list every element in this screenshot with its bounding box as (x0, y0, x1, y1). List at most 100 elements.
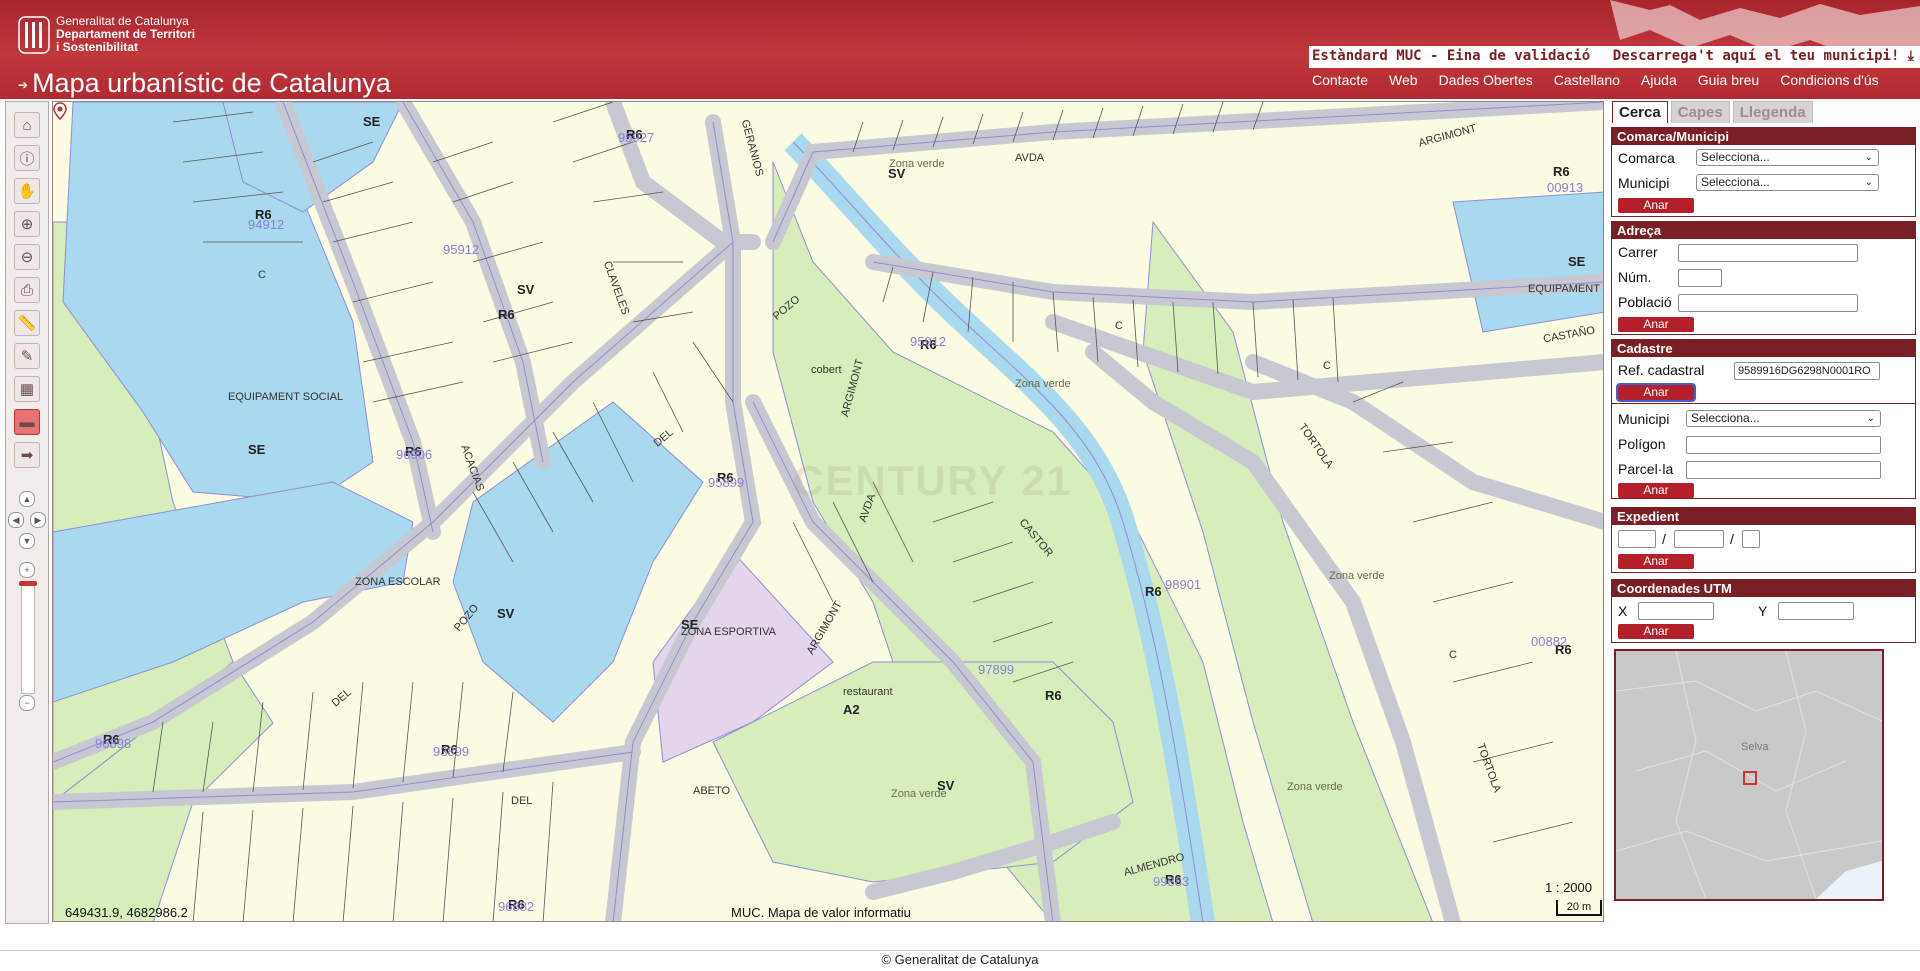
parcela-input[interactable] (1686, 461, 1881, 479)
search-panel: Cerca Capes Llegenda Comarca/Municipi Co… (1608, 99, 1917, 922)
utm-x-input[interactable] (1638, 602, 1714, 620)
map-label-sv-1: SV (888, 166, 906, 181)
poligon-label: Polígon (1618, 436, 1666, 452)
generalitat-logo-icon[interactable] (18, 16, 50, 54)
block-95912-b: 95912 (910, 334, 947, 349)
map-label-r6-6: R6 (1045, 688, 1062, 703)
nav-guia-breu[interactable]: Guia breu (1695, 70, 1759, 94)
expedient-go-button[interactable]: Anar (1618, 554, 1694, 569)
num-input[interactable] (1678, 269, 1722, 287)
promo-bar: Estàndard MUC - Eina de validació Descar… (1309, 46, 1920, 68)
cadastre-divider (1612, 403, 1915, 404)
nav-dades-obertes[interactable]: Dades Obertes (1436, 70, 1533, 94)
zoom-out-icon[interactable]: ⊖ (14, 244, 40, 270)
zoom-slider-track[interactable] (21, 582, 35, 694)
pan-down-icon[interactable]: ▼ (19, 533, 35, 549)
block-95927: 95927 (618, 130, 655, 145)
ref-cadastral-input[interactable] (1734, 362, 1880, 380)
block-96898: 96898 (95, 736, 132, 751)
municipi-select[interactable]: Selecciona... ⌄ (1696, 174, 1879, 191)
muc-standard-link[interactable]: Estàndard MUC - Eina de validació (1312, 48, 1590, 64)
map-label-equipament: EQUIPAMENT (1528, 283, 1600, 295)
block-98901: 98901 (1165, 577, 1202, 592)
nav-contacte[interactable]: Contacte (1309, 70, 1368, 94)
carrer-input[interactable] (1678, 244, 1858, 262)
poblacio-label: Població (1618, 294, 1672, 310)
page-title[interactable]: ➔ Mapa urbanístic de Catalunya (18, 68, 391, 99)
pan-left-icon[interactable]: ◀ (8, 512, 24, 528)
nav-web[interactable]: Web (1386, 70, 1418, 94)
section-utm: Coordenades UTM X Y Anar (1611, 579, 1916, 643)
nav-castellano[interactable]: Castellano (1551, 70, 1620, 94)
municipi-label: Municipi (1618, 175, 1670, 191)
municipi-select-value: Selecciona... (1701, 175, 1770, 189)
zoom-minus-icon[interactable]: − (19, 695, 35, 711)
section-title-expedient: Expedient (1612, 508, 1915, 525)
utm-go-button[interactable]: Anar (1618, 624, 1694, 639)
zoom-in-icon[interactable]: ⊕ (14, 211, 40, 237)
poligon-input[interactable] (1686, 436, 1881, 454)
expedient-field-1[interactable] (1618, 530, 1656, 548)
tab-llegenda[interactable]: Llegenda (1732, 101, 1813, 123)
expedient-separator-2: / (1730, 531, 1734, 547)
nav-ajuda[interactable]: Ajuda (1638, 70, 1677, 94)
download-municipi-link[interactable]: Descarrega't aquí el teu municipi! ⤓ (1613, 48, 1914, 64)
measure-icon[interactable]: 📏 (14, 310, 40, 336)
overview-map[interactable]: Selva (1614, 649, 1884, 901)
footer-divider (0, 950, 1920, 951)
map-label-r6-1: R6 (498, 307, 515, 322)
home-icon[interactable]: ⌂ (14, 112, 40, 138)
watermark: CENTURY 21 (793, 457, 1073, 504)
utm-y-input[interactable] (1778, 602, 1854, 620)
location-pin-icon[interactable] (53, 102, 67, 120)
footer-copyright: © Generalitat de Catalunya (881, 952, 1039, 967)
layer-icon[interactable]: ▦ (14, 376, 40, 402)
ref-cadastral-label: Ref. cadastral (1618, 362, 1705, 378)
expedient-separator-1: / (1662, 531, 1666, 547)
scale-ratio: 1 : 2000 (1545, 880, 1592, 895)
poblacio-input[interactable] (1678, 294, 1858, 312)
comarca-select[interactable]: Selecciona... ⌄ (1696, 149, 1879, 166)
cadastre-municipi-select[interactable]: Selecciona... ⌄ (1686, 410, 1881, 427)
active-tool-icon[interactable]: ▬ (14, 409, 40, 435)
pan-up-icon[interactable]: ▲ (19, 491, 35, 507)
section-title-adreca: Adreça (1612, 222, 1915, 239)
block-00882: 00882 (1531, 634, 1568, 649)
pan-hand-icon[interactable]: ✋ (14, 178, 40, 204)
map-label-c-4: C (1449, 649, 1457, 661)
section-comarca-municipi: Comarca/Municipi Comarca Selecciona... ⌄ … (1611, 127, 1916, 217)
map-svg (53, 102, 1603, 921)
section-adreca: Adreça Carrer Núm. Població Anar (1611, 221, 1916, 335)
top-navigation: Contacte Web Dades Obertes Castellano Aj… (1309, 70, 1920, 94)
map-disclaimer: MUC. Mapa de valor informatiu (731, 905, 911, 920)
print-icon[interactable]: ⎙ (14, 277, 40, 303)
tab-cerca[interactable]: Cerca (1612, 101, 1668, 123)
chevron-down-icon: ⌄ (1866, 413, 1875, 424)
adreca-go-button[interactable]: Anar (1618, 317, 1694, 332)
map-canvas[interactable]: SE SE SE SE EQUIPAMENT SOCIAL ZONA ESCOL… (52, 101, 1604, 922)
map-label-se2: SE (248, 442, 266, 457)
cadastre-go-button[interactable]: Anar (1618, 483, 1694, 498)
cadastre-ref-go-button[interactable]: Anar (1616, 383, 1696, 402)
next-icon[interactable]: ➡ (14, 442, 40, 468)
map-label-zona-esportiva: ZONA ESPORTIVA (681, 626, 776, 638)
gencat-line3: i Sostenibilitat (56, 40, 139, 54)
map-label-sv-3: SV (497, 606, 515, 621)
nav-condicions[interactable]: Condicions d'ús (1777, 70, 1878, 94)
zoom-plus-icon[interactable]: + (19, 562, 35, 578)
map-label-c-2: C (1115, 320, 1123, 332)
erase-icon[interactable]: ✎ (14, 343, 40, 369)
info-icon[interactable]: ⓘ (14, 145, 40, 171)
cadastre-municipi-label: Municipi (1618, 411, 1670, 427)
expedient-field-3[interactable] (1742, 530, 1760, 548)
block-93899: 93899 (433, 744, 470, 759)
zoom-slider-thumb[interactable] (19, 581, 37, 586)
pan-right-icon[interactable]: ▶ (30, 512, 46, 528)
tab-capes[interactable]: Capes (1670, 101, 1730, 123)
num-label: Núm. (1618, 269, 1652, 285)
utm-x-label: X (1618, 603, 1628, 619)
comarca-go-button[interactable]: Anar (1618, 198, 1694, 213)
comarca-label: Comarca (1618, 150, 1675, 166)
app-header: Generalitat de Catalunya Departament de … (0, 0, 1920, 99)
expedient-field-2[interactable] (1674, 530, 1724, 548)
